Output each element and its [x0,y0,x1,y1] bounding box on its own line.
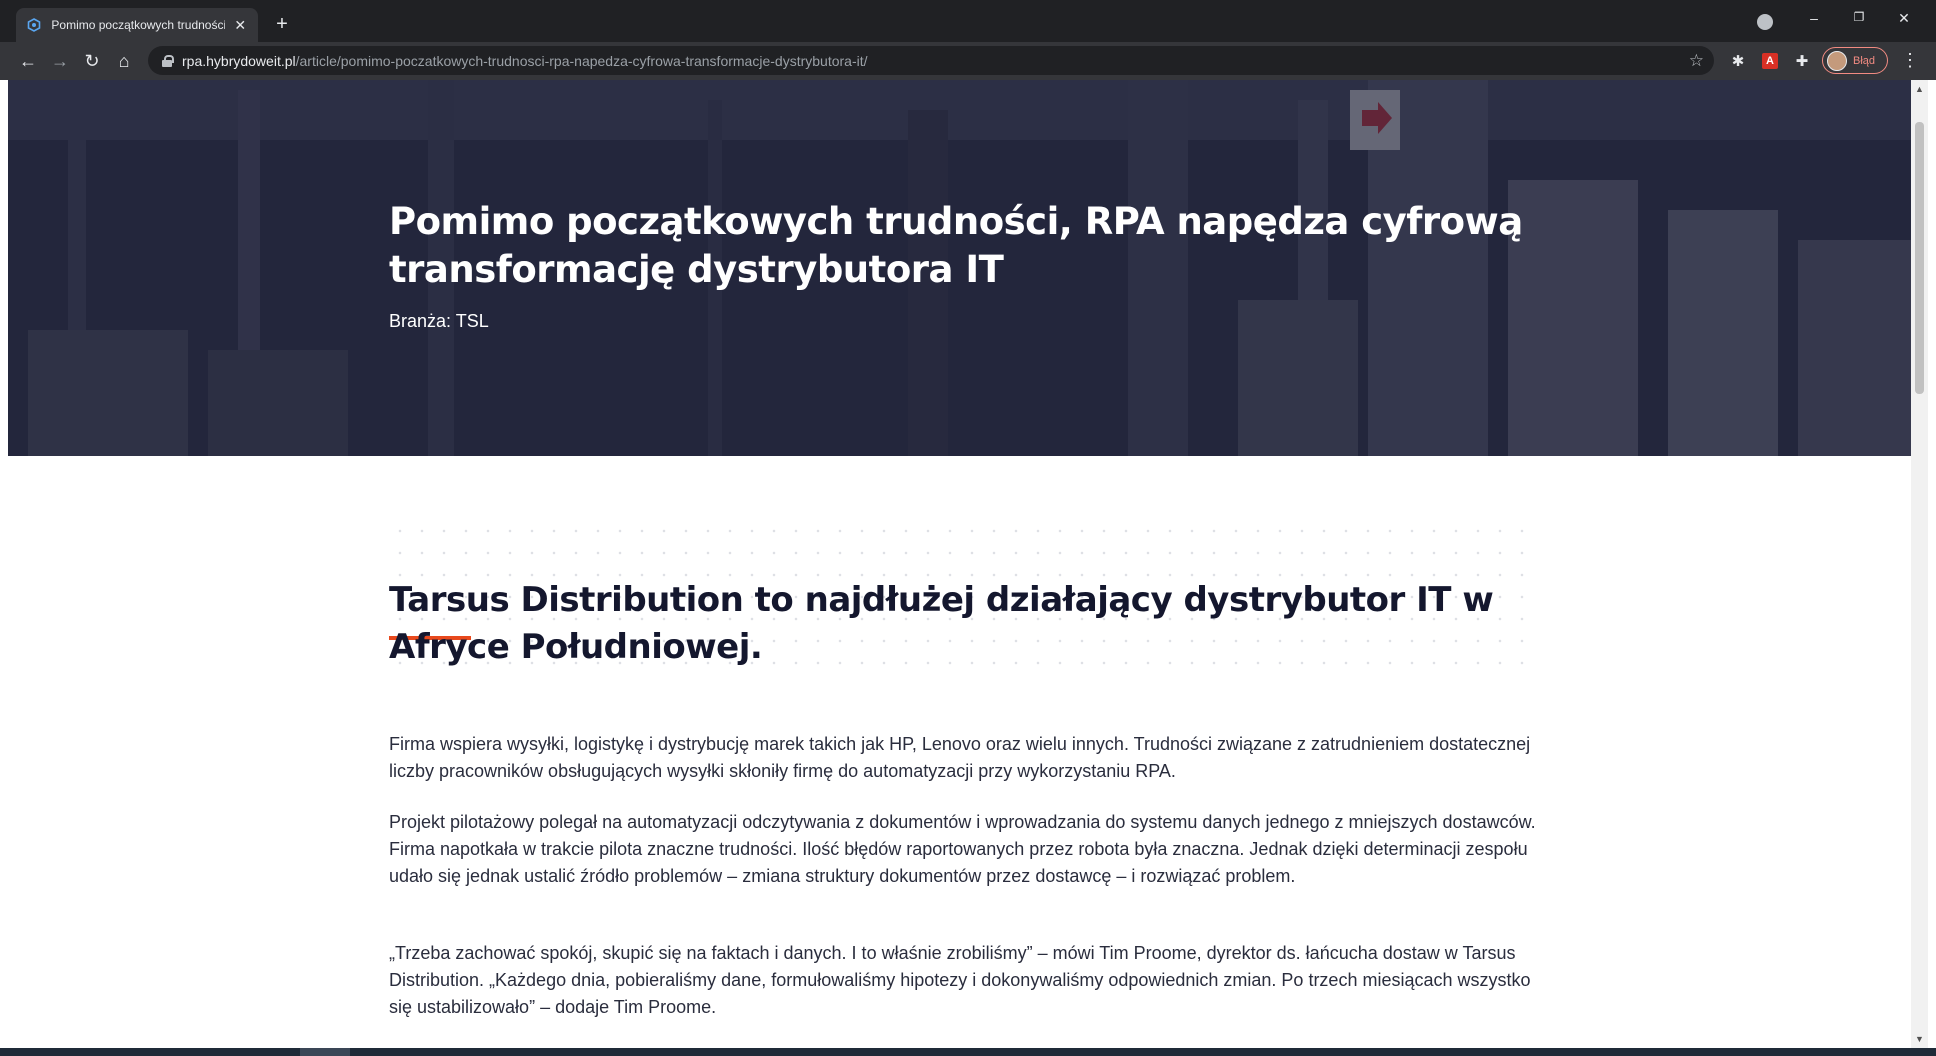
industry-label: Branża: TSL [389,311,489,331]
pdf-icon: A [1762,53,1778,69]
article-paragraph-3: „Trzeba zachować spokój, skupić się na f… [389,943,1531,1017]
site-favicon-icon [26,17,41,33]
browser-chrome: Pomimo początkowych trudności, RPA napęd… [0,0,1936,80]
restore-button[interactable]: ❐ [1839,10,1879,24]
page-viewport: Pomimo początkowych trudności, RPA napęd… [8,80,1911,1048]
page-title: Pomimo początkowych trudności, RPA napęd… [389,200,1523,291]
minimize-button[interactable]: – [1794,10,1834,26]
reload-button[interactable]: ↻ [80,49,104,73]
new-tab-button[interactable]: + [270,13,294,37]
extension-settings-icon[interactable]: ✱ [1728,51,1748,71]
tab-title: Pomimo początkowych trudności, RPA napęd… [51,18,225,32]
scrollbar-thumb[interactable] [1915,122,1924,394]
os-taskbar [0,1048,1936,1056]
lock-icon[interactable] [162,54,174,67]
tab-search-icon[interactable] [1757,14,1773,30]
browser-menu-icon[interactable]: ⋮ [1900,50,1920,71]
article-paragraph-2: Projekt pilotażowy polegał na automatyza… [389,812,1536,886]
hero-banner: Pomimo początkowych trudności, RPA napęd… [8,80,1911,456]
url-path: /article/pomimo-poczatkowych-trudnosci-r… [295,52,868,69]
taskbar-item[interactable] [300,1048,350,1056]
browser-toolbar: ← → ↻ ⌂ rpa.hybrydoweit.pl/article/pomim… [0,42,1936,80]
bookmark-star-icon[interactable]: ☆ [1689,51,1704,71]
page-scrollbar[interactable]: ▲ ▼ [1911,80,1928,1048]
scroll-down-arrow-icon[interactable]: ▼ [1915,1034,1924,1044]
profile-status-label: Błąd [1853,54,1876,67]
extensions-puzzle-icon[interactable]: ✚ [1792,51,1812,71]
window-close-button[interactable]: ✕ [1884,10,1924,27]
back-button[interactable]: ← [16,49,40,73]
tab-strip: Pomimo początkowych trudności, RPA napęd… [0,0,1936,42]
forward-button[interactable]: → [48,49,72,73]
browser-tab[interactable]: Pomimo początkowych trudności, RPA napęd… [16,8,258,42]
profile-button[interactable]: Błąd [1822,47,1888,74]
tab-close-icon[interactable]: ✕ [233,17,248,34]
url-host: rpa.hybrydoweit.pl [182,52,296,69]
address-bar[interactable]: rpa.hybrydoweit.pl/article/pomimo-poczat… [148,46,1714,75]
avatar [1827,50,1847,71]
article-paragraph-1: Firma wspiera wysyłki, logistykę i dystr… [389,734,1531,781]
home-button[interactable]: ⌂ [112,49,136,73]
article-heading: Tarsus Distribution to najdłużej działaj… [389,580,1494,667]
scroll-up-arrow-icon[interactable]: ▲ [1915,84,1924,94]
extension-pdf-icon[interactable]: A [1760,51,1780,71]
